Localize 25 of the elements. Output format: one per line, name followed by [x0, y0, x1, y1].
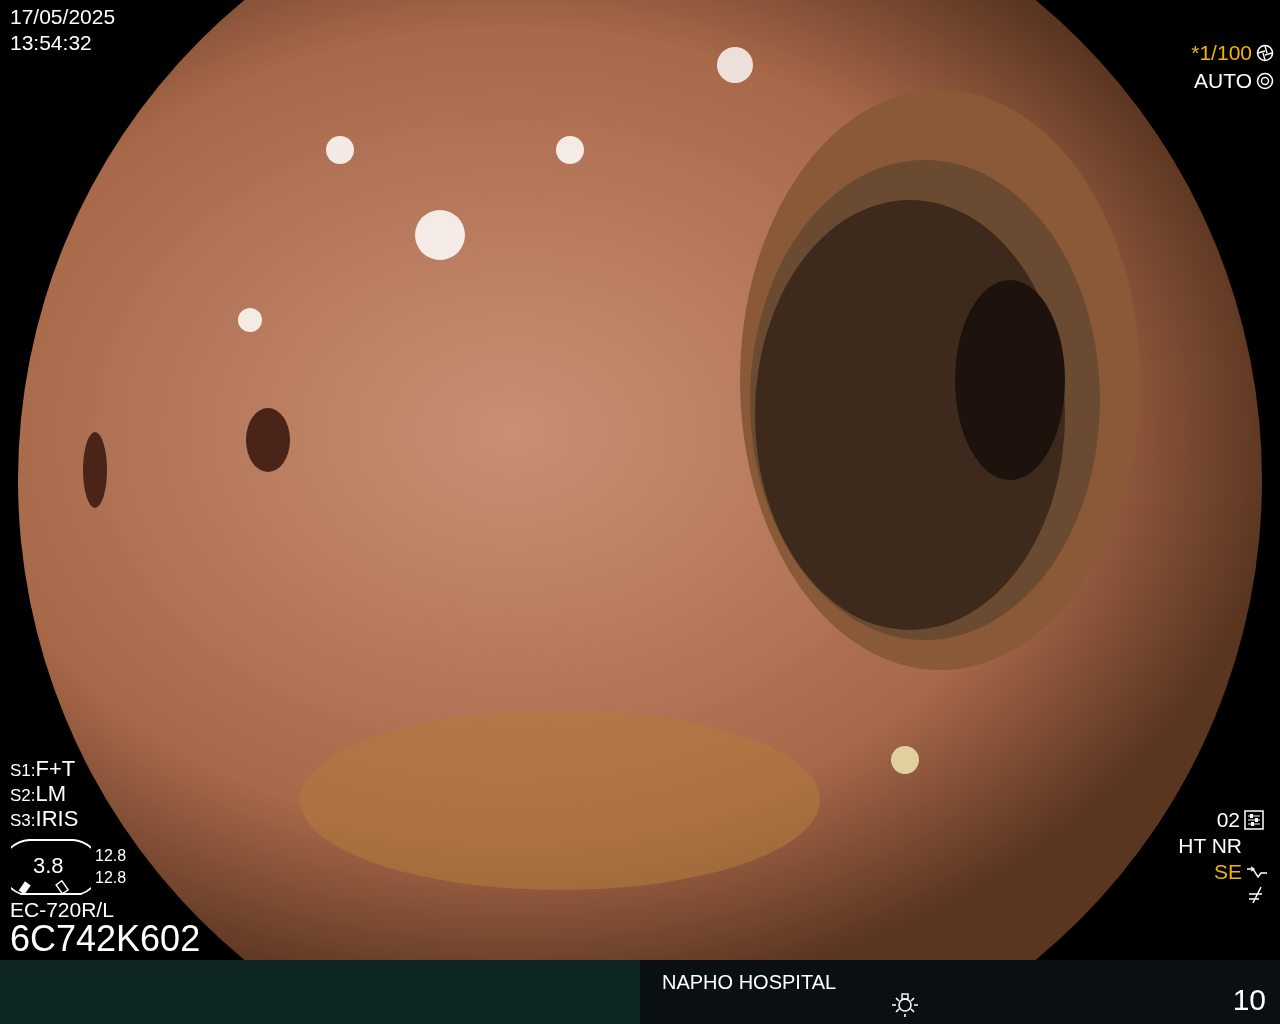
gauge-reading: 12.8 — [95, 848, 127, 865]
serial-number: 6C742K602 — [10, 920, 201, 958]
shutter-speed: *1/100 — [1191, 42, 1252, 65]
switch-value: IRIS — [35, 806, 79, 831]
lamp-icon — [890, 990, 920, 1018]
aperture-icon — [1256, 72, 1274, 90]
switch-label: S1: — [10, 761, 36, 780]
aperture-icon — [1256, 44, 1274, 62]
preset-number: 02 — [1216, 809, 1240, 832]
enhance-mode: SE — [1214, 861, 1242, 884]
switch-value: F+T — [35, 756, 76, 781]
processing-modes: HT NR — [1178, 835, 1242, 858]
switch-value: LM — [35, 781, 67, 806]
time: 13:54:32 — [10, 32, 92, 55]
hospital-name: NAPHO HOSPITAL — [662, 972, 837, 993]
date: 17/05/2025 — [10, 6, 116, 29]
switch-label: S2: — [10, 786, 36, 805]
scope-model: EC-720R/L — [10, 899, 114, 922]
exposure-mode: AUTO — [1194, 70, 1252, 93]
gauge-reading: 12.8 — [95, 870, 127, 887]
gauge-value: 3.8 — [33, 854, 64, 878]
curve-icon — [1246, 865, 1268, 881]
sliders-icon — [1244, 810, 1264, 830]
counter: 10 — [1232, 984, 1266, 1016]
switch-label: S3: — [10, 811, 36, 830]
